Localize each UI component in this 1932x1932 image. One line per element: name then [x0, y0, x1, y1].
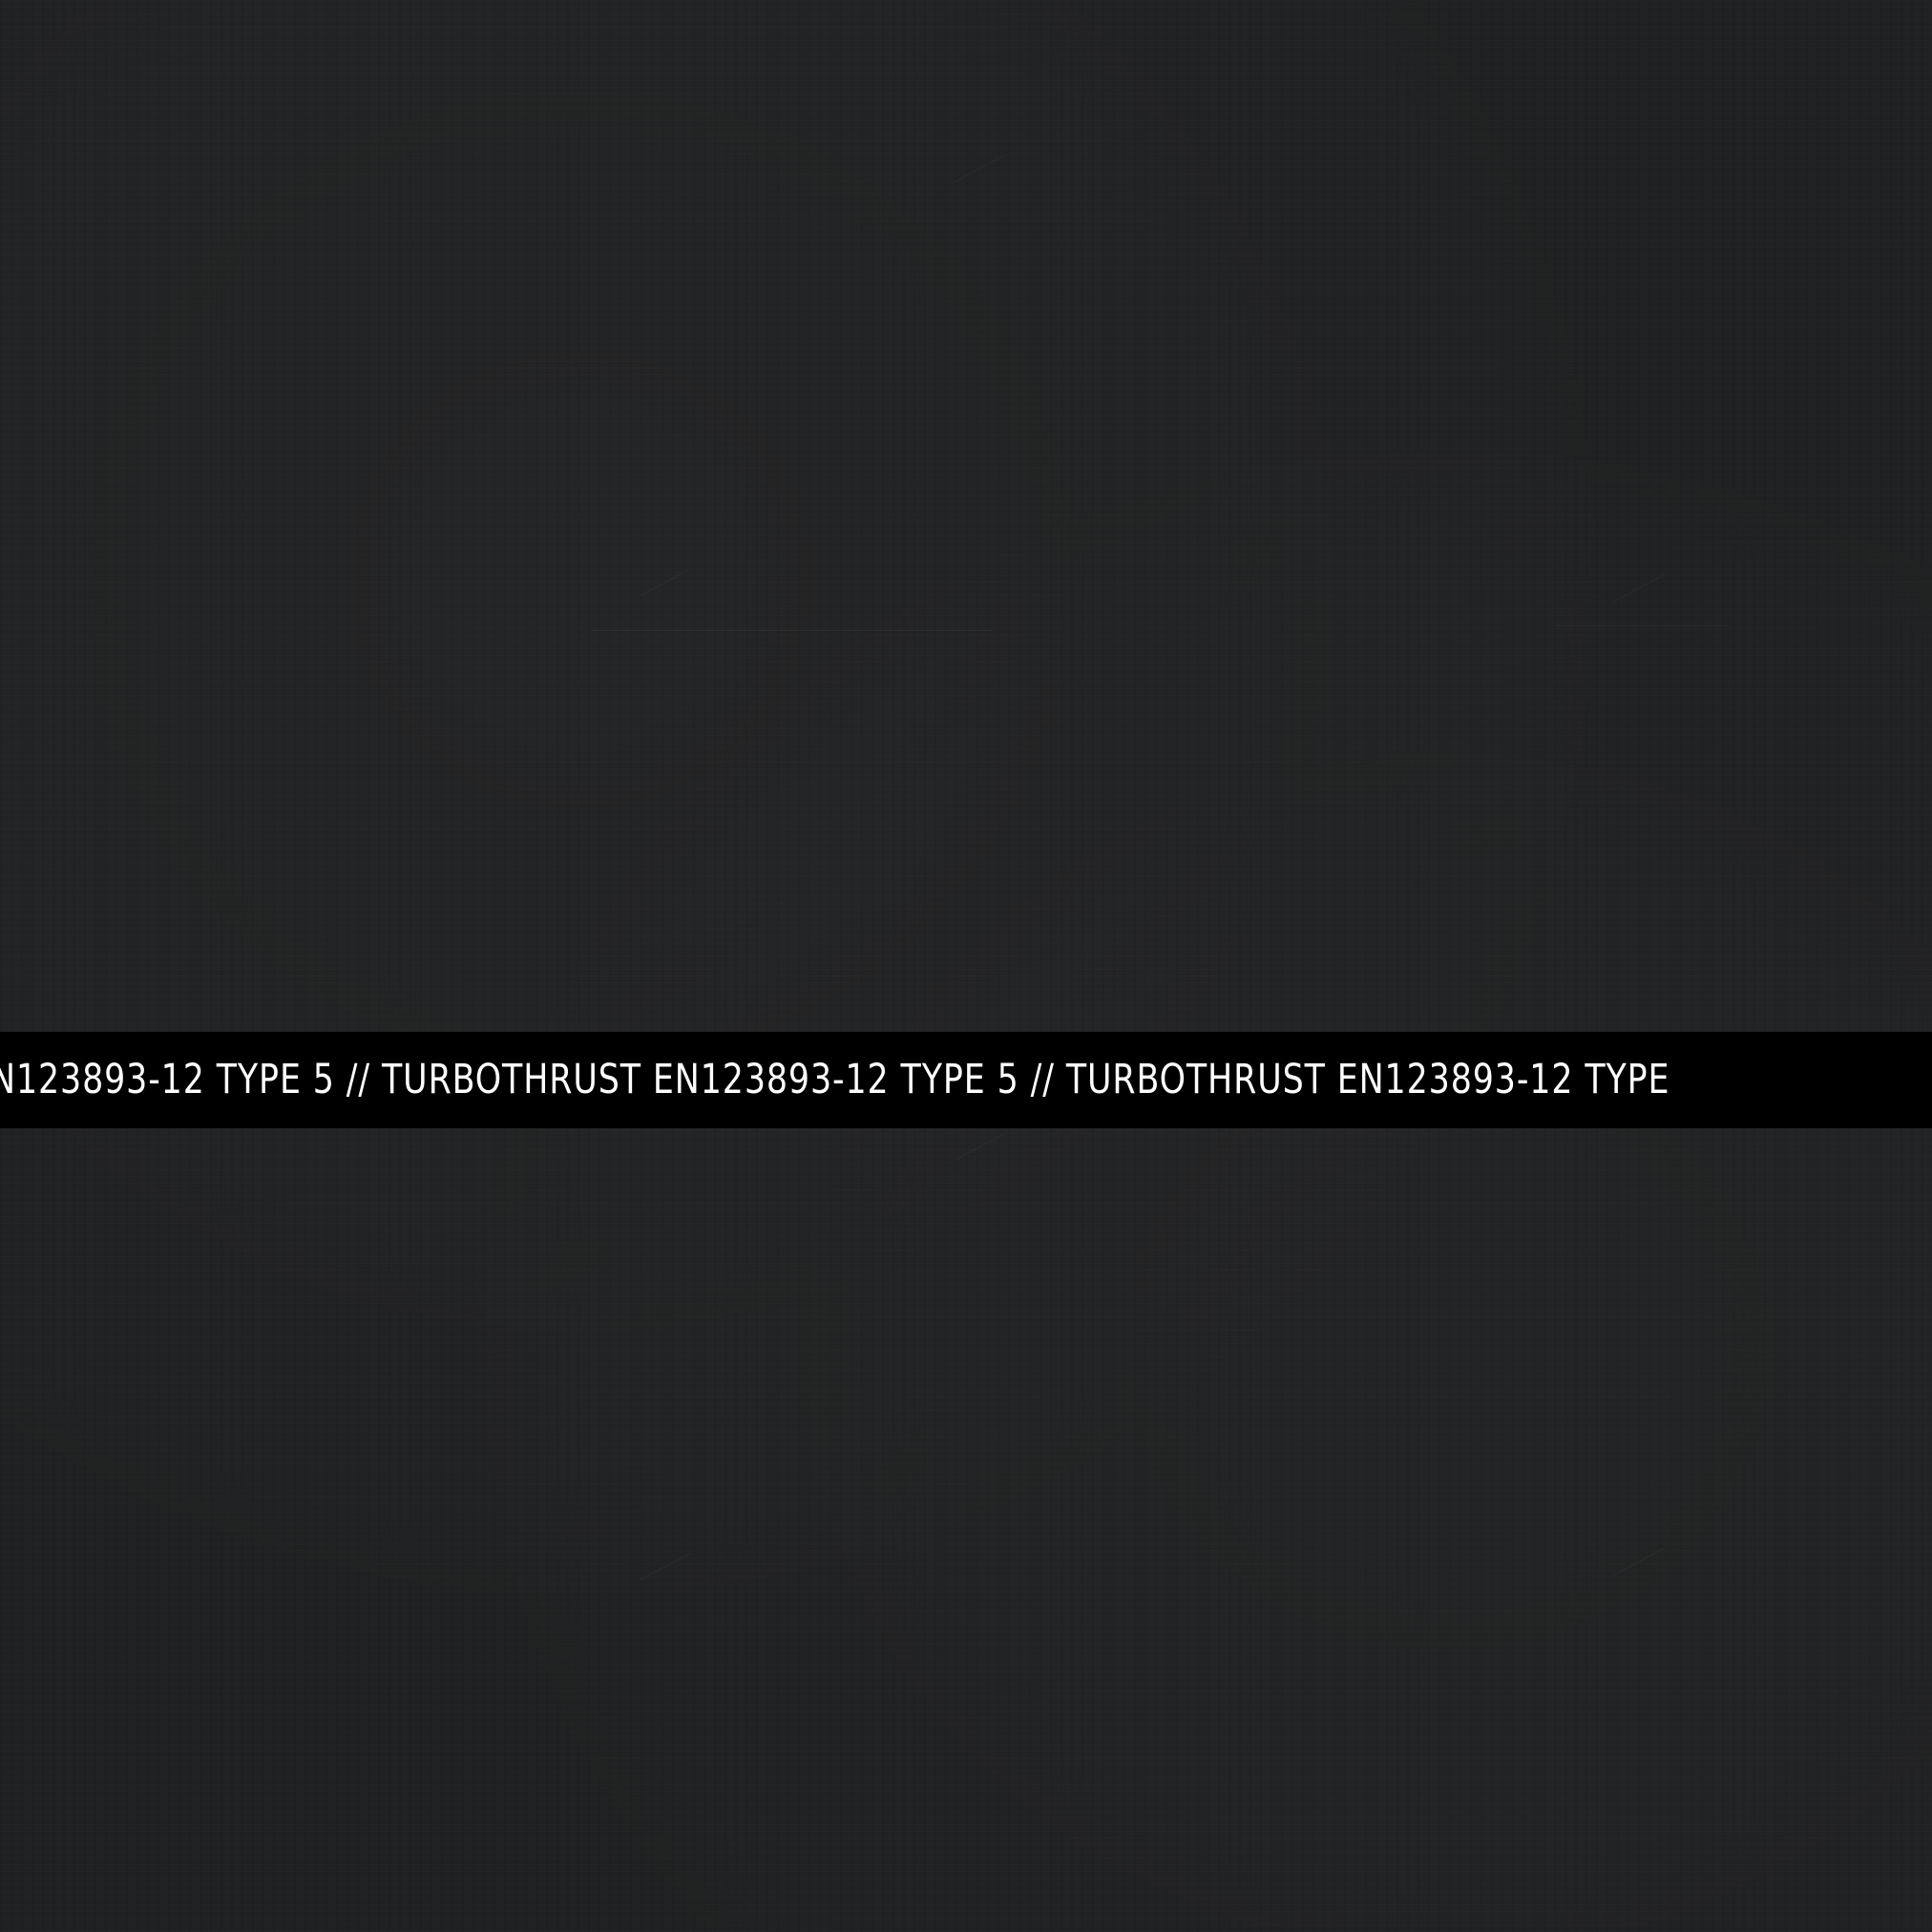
surface-scratch — [1612, 574, 1665, 602]
surface-scratch — [1556, 625, 1728, 626]
surface-scratch — [954, 154, 1006, 182]
surface-scratch — [1612, 1547, 1665, 1576]
label-band: N123893-12 TYPE 5 // TURBOTHRUST EN12389… — [0, 1032, 1932, 1128]
surface-scratch — [639, 568, 691, 597]
surface-scratch — [592, 630, 993, 631]
surface-scratch — [954, 1132, 1006, 1161]
surface-scratch — [639, 1552, 691, 1581]
label-band-text: N123893-12 TYPE 5 // TURBOTHRUST EN12389… — [0, 1056, 1670, 1103]
textured-background: { "background": { "color": "#202122" }, … — [0, 0, 1932, 1932]
